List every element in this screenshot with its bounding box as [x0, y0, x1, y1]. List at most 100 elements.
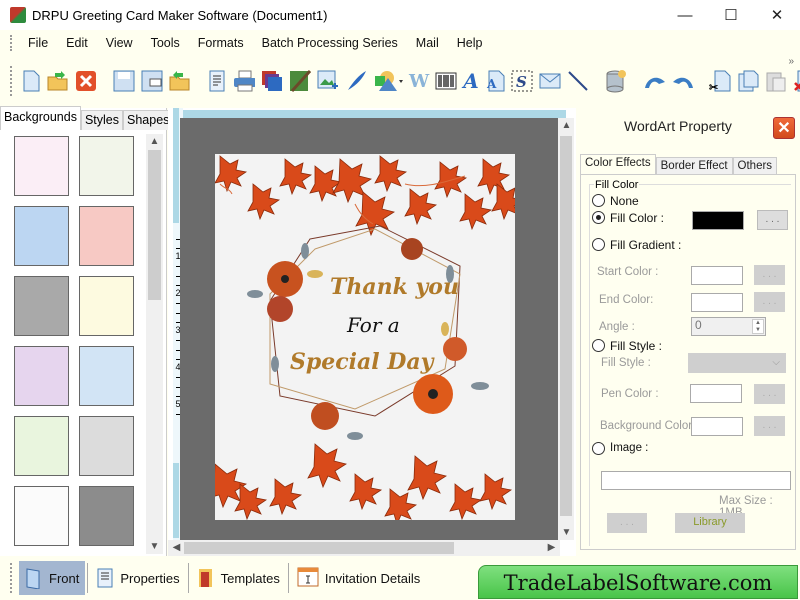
fill-gradient-radio[interactable]: [592, 238, 605, 251]
left-panel-scrollbar[interactable]: ▲ ▼: [146, 134, 163, 554]
background-icon[interactable]: [289, 70, 311, 92]
canvas-horizontal-scrollbar[interactable]: ◀ ▶: [168, 540, 560, 556]
close-document-icon[interactable]: [75, 70, 97, 92]
menu-formats[interactable]: Formats: [189, 36, 253, 50]
library-button[interactable]: Library: [675, 513, 745, 533]
end-color-swatch[interactable]: [691, 293, 743, 312]
menu-help[interactable]: Help: [448, 36, 492, 50]
thumbnail-hanging-hearts[interactable]: [14, 486, 69, 546]
menu-batch-processing[interactable]: Batch Processing Series: [253, 36, 407, 50]
menu-view[interactable]: View: [97, 36, 142, 50]
scroll-down-arrow[interactable]: ▼: [558, 527, 575, 538]
thumbnail-pastel-flowers[interactable]: [14, 346, 69, 406]
start-color-swatch[interactable]: [691, 266, 743, 285]
insert-image-icon[interactable]: [317, 70, 339, 92]
thumbnail-strawberries[interactable]: [79, 206, 134, 266]
angle-spinner[interactable]: 0 ▲ ▼: [691, 317, 766, 336]
save-icon[interactable]: [113, 70, 135, 92]
maximize-button[interactable]: ☐: [708, 0, 754, 30]
fill-color-swatch[interactable]: [692, 211, 744, 230]
close-panel-button[interactable]: ✕: [773, 117, 795, 139]
thumbnail-grey-leaves[interactable]: [14, 276, 69, 336]
layers-icon[interactable]: [261, 70, 283, 92]
spin-buttons[interactable]: ▲ ▼: [752, 319, 764, 334]
new-document-icon[interactable]: [21, 70, 41, 92]
background-color-swatch[interactable]: [691, 417, 743, 436]
image-browse-button[interactable]: . . .: [607, 513, 647, 533]
minimize-button[interactable]: —: [662, 0, 708, 30]
menu-file[interactable]: File: [19, 36, 57, 50]
text-icon[interactable]: A: [463, 69, 479, 93]
paste-icon[interactable]: [765, 70, 787, 92]
styled-text-icon[interactable]: S: [511, 70, 533, 92]
wordart-icon[interactable]: A: [485, 70, 505, 92]
scroll-thumb[interactable]: [184, 542, 454, 554]
scroll-up-arrow[interactable]: ▲: [146, 136, 163, 147]
undo-icon[interactable]: [643, 70, 665, 92]
scroll-left-arrow[interactable]: ◀: [168, 542, 185, 553]
pen-color-browse-button[interactable]: . . .: [754, 384, 785, 404]
properties-icon[interactable]: [207, 70, 227, 92]
tab-shapes[interactable]: Shapes: [123, 110, 174, 130]
menu-mail[interactable]: Mail: [407, 36, 448, 50]
tab-color-effects[interactable]: Color Effects: [580, 154, 656, 175]
tab-invitation-details[interactable]: Invitation Details: [291, 561, 426, 595]
shapes-picture-icon[interactable]: [373, 70, 403, 92]
card-text-line3[interactable]: Special Day: [290, 349, 436, 375]
line-icon[interactable]: [567, 70, 589, 92]
redo-icon[interactable]: [671, 70, 693, 92]
greeting-card[interactable]: Thank you For a Special Day: [215, 154, 515, 520]
scroll-down-arrow[interactable]: ▼: [146, 541, 163, 552]
barcode-icon[interactable]: [435, 70, 457, 92]
brand-banner[interactable]: TradeLabelSoftware.com: [478, 565, 798, 599]
end-color-browse-button[interactable]: . . .: [754, 292, 785, 312]
delete-icon[interactable]: [793, 70, 800, 92]
tab-backgrounds[interactable]: Backgrounds: [0, 106, 81, 130]
thumbnail-white-heart[interactable]: [79, 416, 134, 476]
tab-border-effect[interactable]: Border Effect: [655, 157, 733, 175]
export-folder-icon[interactable]: [169, 70, 191, 92]
email-icon[interactable]: [539, 70, 561, 92]
database-icon[interactable]: [605, 70, 627, 93]
menu-tools[interactable]: Tools: [142, 36, 189, 50]
scroll-up-arrow[interactable]: ▲: [558, 120, 575, 131]
tab-front[interactable]: Front: [19, 561, 86, 595]
thumbnail-baby-green-pattern[interactable]: [79, 136, 134, 196]
save-as-icon[interactable]: [141, 70, 163, 92]
thumbnail-blue-snowflakes[interactable]: [79, 346, 134, 406]
image-path-input[interactable]: [601, 471, 791, 490]
thumbnail-baby-pink-pattern[interactable]: [14, 136, 69, 196]
scroll-right-arrow[interactable]: ▶: [543, 542, 560, 553]
thumbnail-sparkles[interactable]: [79, 486, 134, 546]
scroll-thumb[interactable]: [560, 136, 572, 516]
card-text-line1[interactable]: Thank you: [330, 274, 459, 300]
tab-properties[interactable]: Properties: [90, 561, 185, 595]
pen-color-swatch[interactable]: [690, 384, 742, 403]
print-icon[interactable]: [233, 70, 255, 92]
signature-pen-icon[interactable]: [345, 70, 367, 92]
cut-icon[interactable]: ✂: [709, 70, 731, 92]
thumbnail-sky-clouds[interactable]: [14, 206, 69, 266]
tab-templates[interactable]: Templates: [191, 561, 286, 595]
watermark-icon[interactable]: W: [409, 70, 429, 92]
thumbnail-green-trees[interactable]: [14, 416, 69, 476]
scroll-thumb[interactable]: [148, 150, 161, 300]
background-color-browse-button[interactable]: . . .: [754, 416, 785, 436]
close-window-button[interactable]: ✕: [754, 0, 800, 30]
fill-color-browse-button[interactable]: . . .: [757, 210, 788, 230]
start-color-browse-button[interactable]: . . .: [754, 265, 785, 285]
canvas-vertical-scrollbar[interactable]: ▲ ▼: [558, 118, 574, 540]
open-folder-icon[interactable]: [47, 70, 69, 92]
thumbnail-flower-border[interactable]: [79, 276, 134, 336]
tab-styles[interactable]: Styles: [80, 110, 124, 130]
fill-color-radio[interactable]: [592, 211, 605, 224]
fill-style-dropdown[interactable]: ⌵: [688, 353, 786, 373]
fill-style-radio[interactable]: [592, 339, 605, 352]
menu-edit[interactable]: Edit: [57, 36, 97, 50]
card-text-line2[interactable]: For a: [346, 313, 400, 337]
tab-others[interactable]: Others: [732, 157, 778, 175]
none-radio[interactable]: [592, 194, 605, 207]
toolbar-overflow-button[interactable]: »: [788, 56, 794, 67]
copy-icon[interactable]: [737, 70, 759, 92]
image-radio[interactable]: [592, 442, 605, 455]
